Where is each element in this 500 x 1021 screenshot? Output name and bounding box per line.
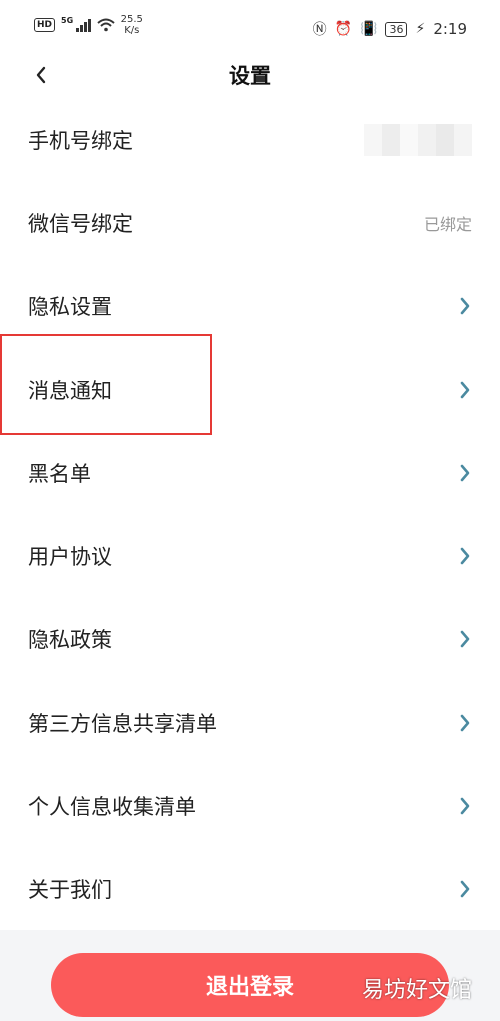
binding-status: 已绑定 <box>423 214 472 234</box>
chevron-right-icon <box>460 797 470 815</box>
settings-item-privacy-settings[interactable]: 隐私设置 <box>0 265 500 348</box>
battery-level: 36 <box>385 21 408 37</box>
settings-item-wechat-binding[interactable]: 微信号绑定 已绑定 <box>0 181 500 264</box>
nav-header: 设置 <box>0 58 500 98</box>
chevron-right-icon <box>460 464 470 482</box>
settings-item-label: 消息通知 <box>28 378 112 403</box>
vibrate-icon: 📳 <box>360 21 378 37</box>
status-bar: HD 5G 25.5 K/s Ⓝ ⏰ 📳 36 ⚡ 2:19 <box>0 0 500 58</box>
chevron-right-icon <box>460 714 470 732</box>
chevron-right-icon <box>460 881 470 898</box>
watermark-text: 易坊好文馆 <box>361 978 472 1003</box>
settings-item-label: 手机号绑定 <box>28 128 133 153</box>
network-type: 5G <box>61 15 74 25</box>
settings-item-privacy-policy[interactable]: 隐私政策 <box>0 598 500 681</box>
chevron-right-icon <box>460 297 470 315</box>
settings-item-phone-binding[interactable]: 手机号绑定 <box>0 98 500 181</box>
chevron-right-icon <box>460 381 470 398</box>
settings-item-label: 关于我们 <box>28 878 112 903</box>
settings-item-label: 个人信息收集清单 <box>28 795 196 820</box>
settings-item-personal-info-collection[interactable]: 个人信息收集清单 <box>0 764 500 847</box>
settings-item-notifications[interactable]: 消息通知 <box>0 348 500 431</box>
wifi-icon <box>96 18 115 32</box>
settings-item-label: 隐私政策 <box>28 628 112 653</box>
status-time: 2:19 <box>433 20 467 38</box>
settings-item-blacklist[interactable]: 黑名单 <box>0 431 500 514</box>
settings-item-label: 用户协议 <box>28 545 112 570</box>
speed-unit: K/s <box>124 25 140 36</box>
chevron-right-icon <box>460 631 470 648</box>
speed-value: 25.5 <box>120 14 143 25</box>
settings-item-user-agreement[interactable]: 用户协议 <box>0 514 500 597</box>
alarm-icon: ⏰ <box>334 21 353 37</box>
page-title: 设置 <box>229 64 271 88</box>
masked-phone-number <box>364 123 472 156</box>
charging-icon: ⚡ <box>415 21 426 37</box>
settings-item-third-party-sharing[interactable]: 第三方信息共享清单 <box>0 681 500 764</box>
nfc-icon: Ⓝ <box>312 22 327 38</box>
chevron-right-icon <box>460 547 470 565</box>
settings-list: 手机号绑定 微信号绑定 已绑定 隐私设置 消息通知 黑名单 用户协议 隐私政策 … <box>0 98 500 931</box>
settings-item-about-us[interactable]: 关于我们 <box>0 848 500 931</box>
signal-icon <box>76 18 91 32</box>
settings-item-label: 黑名单 <box>28 461 91 486</box>
settings-item-label: 隐私设置 <box>28 295 112 320</box>
settings-item-label: 微信号绑定 <box>28 211 133 236</box>
status-left: HD 5G 25.5 K/s <box>34 14 143 36</box>
status-right: Ⓝ ⏰ 📳 36 ⚡ 2:19 <box>313 19 467 39</box>
settings-item-label: 第三方信息共享清单 <box>28 711 217 736</box>
network-speed: 25.5 K/s <box>121 14 143 36</box>
hd-badge: HD <box>34 18 56 32</box>
